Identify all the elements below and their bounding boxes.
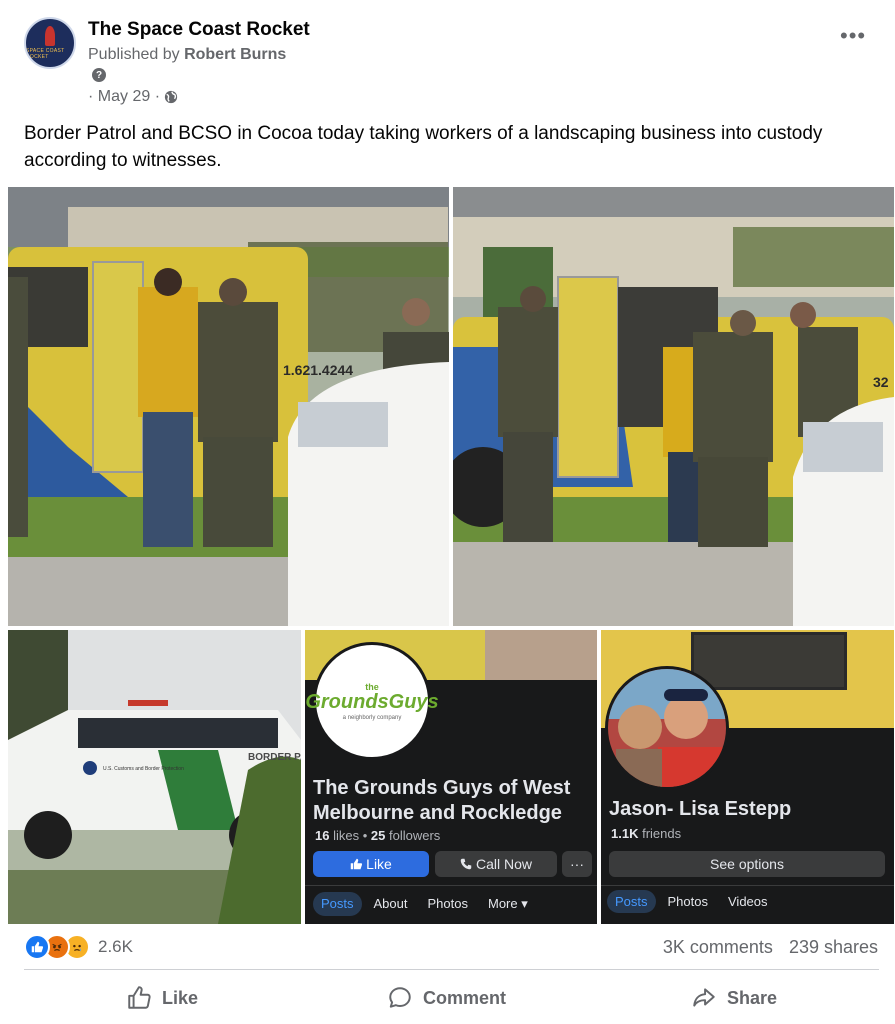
page-tab-more: More ▾ — [487, 896, 528, 911]
comment-bubble-icon — [389, 987, 411, 1008]
logo-top-text: the — [365, 681, 379, 692]
page-tab-photos: Photos — [427, 896, 468, 911]
truck-number-text: 32 — [873, 374, 889, 390]
likes-label: likes — [333, 828, 360, 843]
likes-count: 16 — [315, 828, 330, 843]
comment-button-label: Comment — [423, 987, 507, 1008]
grounds-guys-logo: the GroundsGuys a neighborly company — [305, 642, 439, 760]
page-card-title: The Grounds Guys of West Melbourne and R… — [313, 777, 571, 824]
globe-icon — [164, 90, 178, 104]
comments-count-link[interactable]: 3K comments — [663, 937, 773, 958]
publisher-line: Published by Robert Burns — [88, 46, 286, 64]
page-more-button: ··· — [562, 851, 592, 877]
page-tab-posts: Posts — [313, 892, 362, 916]
page-like-label: Like — [366, 856, 392, 872]
photo-profile-card[interactable]: Jason- Lisa Estepp 1.1K friends See opti… — [601, 630, 894, 924]
profile-avatar — [605, 666, 729, 790]
photo-officers-truck-2[interactable]: 32 — [453, 187, 894, 626]
like-icon — [24, 934, 50, 960]
facebook-post: SPACE COAST ROCKET The Space Coast Rocke… — [0, 0, 895, 1024]
like-button[interactable]: Like — [126, 980, 198, 1016]
see-options-button: See options — [609, 851, 885, 877]
share-arrow-icon — [693, 988, 715, 1007]
page-tabs: Posts About Photos More ▾ — [313, 892, 536, 916]
logo-main-text: GroundsGuys — [305, 690, 439, 713]
profile-tabs-divider — [601, 885, 894, 886]
phone-icon — [460, 858, 472, 870]
post-date-row: · May 29 · — [88, 88, 178, 106]
page-avatar[interactable]: SPACE COAST ROCKET — [24, 17, 76, 69]
customs-text: U.S. Customs and Border Protection — [103, 766, 184, 772]
profile-tabs: Posts Photos Videos — [607, 890, 776, 913]
page-name-link[interactable]: The Space Coast Rocket — [88, 19, 310, 41]
photo-border-patrol-vehicle[interactable]: BORDER PAT U.S. Customs and Border Prote… — [8, 630, 301, 924]
call-now-button: Call Now — [435, 851, 557, 877]
thumbs-up-icon — [350, 858, 363, 870]
truck-phone-text: 1.621.4244 — [283, 362, 353, 378]
more-options-button[interactable]: ••• — [840, 25, 866, 47]
friends-count: 1.1K — [611, 826, 639, 841]
page-like-button: Like — [313, 851, 429, 877]
share-button-label: Share — [727, 987, 778, 1008]
profile-tab-photos: Photos — [667, 894, 708, 909]
photo-officers-truck-2-image: 32 — [453, 187, 894, 626]
stats-separator: • — [362, 828, 368, 843]
profile-avatar-image — [608, 669, 726, 787]
profile-friends: 1.1K friends — [611, 826, 681, 841]
page-tab-about: About — [373, 896, 408, 911]
shares-count-link[interactable]: 239 shares — [789, 937, 878, 958]
friends-label: friends — [642, 826, 682, 841]
like-button-label: Like — [162, 987, 199, 1008]
photo-officers-truck-1[interactable]: 1.621.4244 — [8, 187, 449, 626]
photo-officers-truck-1-image: 1.621.4244 — [8, 187, 449, 626]
border-patrol-text: BORDER PAT — [248, 752, 301, 763]
page-tabs-divider — [305, 885, 597, 886]
avatar-logo-text: SPACE COAST ROCKET — [26, 48, 65, 60]
thumbs-up-outline-icon — [128, 986, 151, 1009]
page-card-stats: 16 likes • 25 followers — [315, 828, 440, 843]
share-button[interactable]: Share — [691, 980, 777, 1016]
photo-border-patrol-vehicle-image: BORDER PAT U.S. Customs and Border Prote… — [8, 630, 301, 924]
photo-grounds-guys-page[interactable]: the GroundsGuys a neighborly company The… — [305, 630, 597, 924]
help-icon[interactable]: ? — [92, 68, 106, 82]
post-caption: Border Patrol and BCSO in Cocoa today ta… — [24, 123, 823, 171]
logo-sub-text: a neighborly company — [342, 714, 402, 721]
profile-tab-posts: Posts — [607, 890, 656, 913]
profile-cover-window — [691, 632, 847, 690]
profile-name: Jason- Lisa Estepp — [609, 798, 792, 820]
actions-divider — [24, 969, 879, 970]
comment-button[interactable]: Comment — [387, 980, 506, 1016]
followers-count: 25 — [370, 828, 386, 843]
engagement-counts: 3K comments 239 shares — [663, 937, 878, 958]
post-date-link[interactable]: · May 29 · — [88, 88, 160, 106]
publisher-prefix: Published by — [88, 46, 180, 63]
rocket-logo-icon — [45, 26, 55, 46]
page-cover-photo-right — [485, 630, 597, 680]
reaction-count[interactable]: 2.6K — [98, 937, 133, 957]
call-now-label: Call Now — [475, 856, 532, 872]
publisher-name-link[interactable]: Robert Burns — [184, 46, 286, 63]
followers-label: followers — [389, 828, 441, 843]
reactions-summary[interactable]: 2.6K — [24, 934, 133, 960]
profile-tab-videos: Videos — [728, 894, 768, 909]
